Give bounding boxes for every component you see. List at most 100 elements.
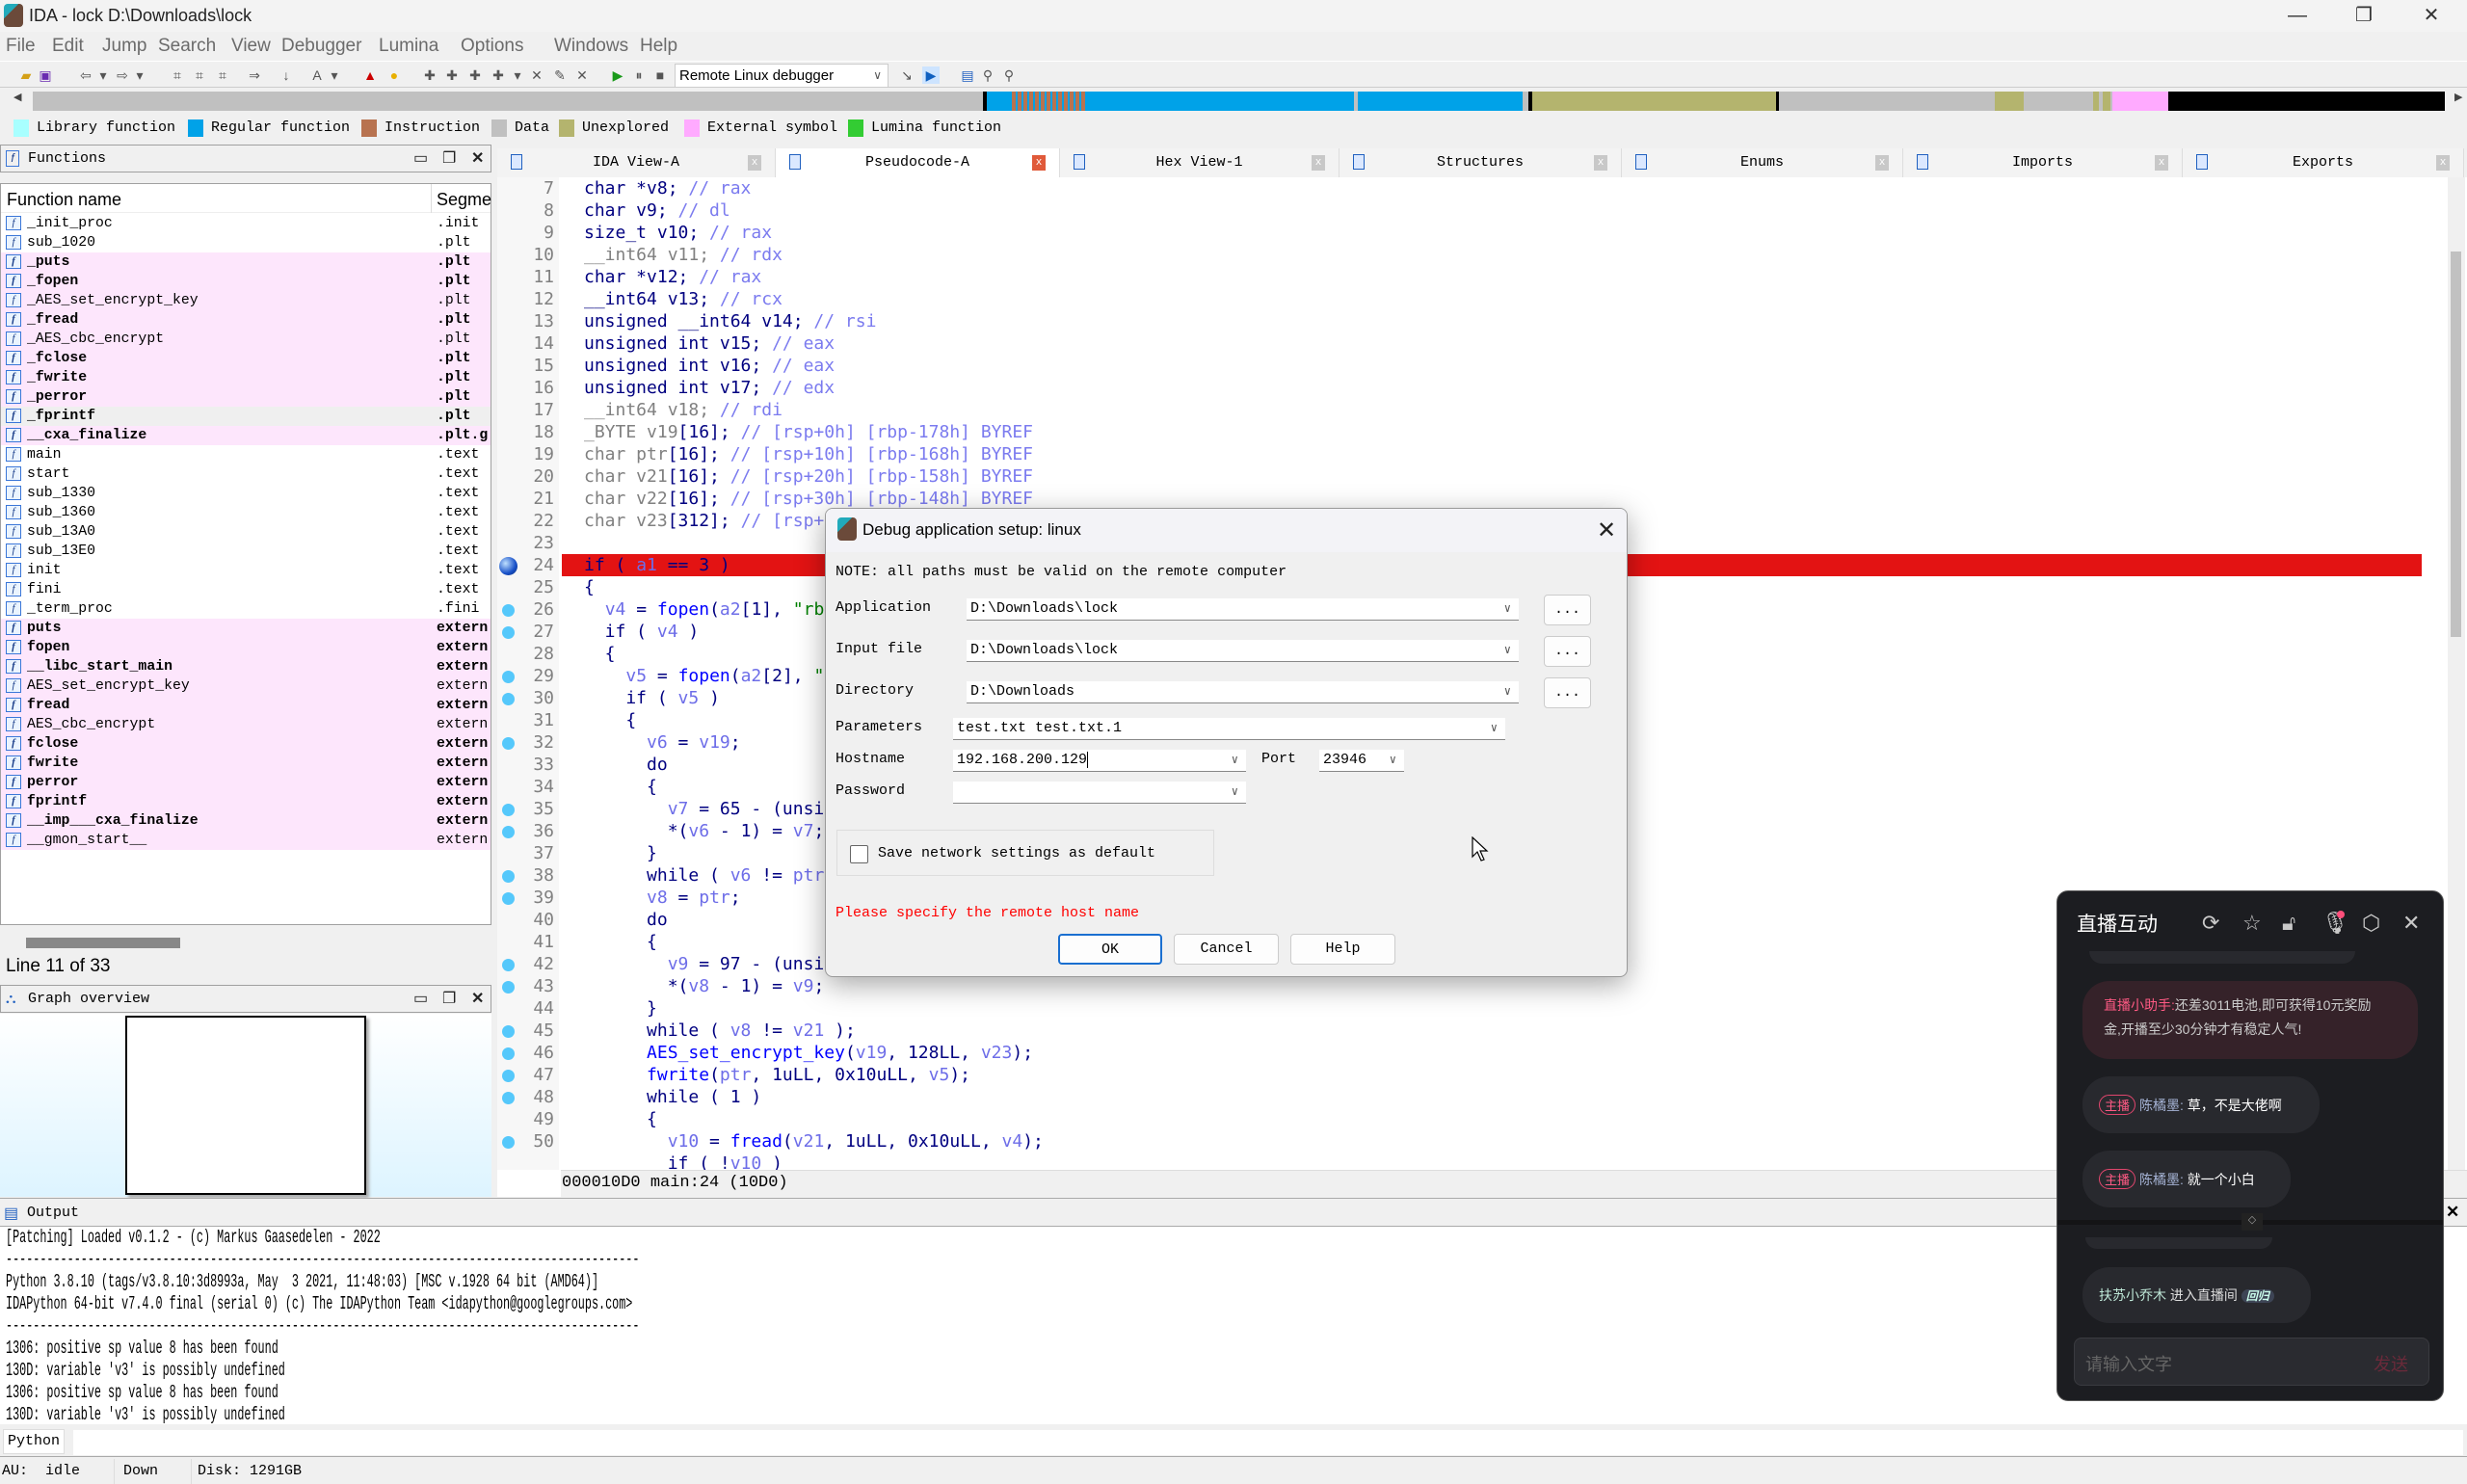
code-line[interactable]: 11 char *v12; // rax [497, 266, 2444, 288]
function-row[interactable]: f _fclose .plt [1, 349, 491, 368]
input-file-combo[interactable]: D:\Downloads\lock ∨ [967, 640, 1519, 662]
save-default-label[interactable]: Save network settings as default [878, 845, 1155, 861]
horizontal-scrollbar[interactable] [1, 931, 491, 954]
debugger-select[interactable]: Remote Linux debugger ∨ [675, 64, 889, 88]
function-row[interactable]: f _AES_set_encrypt_key .plt [1, 291, 491, 310]
back-icon[interactable]: ⇦ [77, 66, 94, 84]
menu-debugger[interactable]: Debugger [281, 36, 361, 57]
close-icon[interactable]: ✕ [2402, 911, 2420, 936]
tab-hex-view-1[interactable]: Hex View-1 x [1060, 148, 1340, 177]
hint-icon[interactable]: ● [385, 66, 403, 84]
search-next-icon[interactable]: ⇒ [246, 66, 263, 84]
array-dropdown-icon[interactable]: ▾ [509, 66, 526, 84]
function-row[interactable]: f puts extern [1, 619, 491, 638]
pause-icon[interactable]: ⏸ [630, 66, 648, 84]
column-segment[interactable]: Segme [437, 190, 491, 210]
menu-help[interactable]: Help [640, 36, 677, 57]
maximize-button[interactable]: ❐ [2345, 2, 2383, 29]
password-combo[interactable]: ∨ [953, 782, 1246, 804]
menu-edit[interactable]: Edit [52, 36, 84, 57]
tab-enums[interactable]: Enums x [1622, 148, 1903, 177]
parameters-combo[interactable]: test.txt test.txt.1 ∨ [953, 718, 1505, 740]
menu-lumina[interactable]: Lumina [379, 36, 438, 57]
application-combo[interactable]: D:\Downloads\lock ∨ [967, 598, 1519, 621]
function-row[interactable]: f _fprintf .plt [1, 407, 491, 426]
code-line[interactable]: 10 __int64 v11; // rdx [497, 244, 2444, 266]
function-row[interactable]: f _puts .plt [1, 252, 491, 272]
make-array-icon[interactable]: ✚ [490, 66, 507, 84]
ok-button[interactable]: OK [1058, 934, 1162, 965]
make-data-icon[interactable]: ✚ [443, 66, 461, 84]
settings-icon[interactable]: ⬡ [2362, 911, 2380, 936]
code-line[interactable]: 9 size_t v10; // rax [497, 222, 2444, 244]
scrollbar-thumb[interactable] [2451, 252, 2461, 637]
chat-input[interactable]: 请输入文字 发送 [2074, 1338, 2429, 1386]
rename-icon[interactable]: ✎ [551, 66, 569, 84]
text-mode-icon[interactable]: A [308, 66, 326, 84]
tab-imports[interactable]: Imports x [1903, 148, 2183, 177]
tab-close-icon[interactable]: x [2155, 155, 2168, 171]
function-row[interactable]: f sub_13E0 .text [1, 542, 491, 561]
code-line[interactable]: 13 unsigned __int64 v14; // rsi [497, 310, 2444, 332]
function-row[interactable]: f fopen extern [1, 638, 491, 657]
send-button[interactable]: 发送 [2374, 1351, 2408, 1376]
expand-chevron-icon[interactable]: ◇ [2242, 1213, 2263, 1231]
tab-close-icon[interactable]: x [1594, 155, 1607, 171]
step-into-icon[interactable]: ↘ [898, 66, 915, 84]
code-line[interactable]: 19 char ptr[16]; // [rsp+10h] [rbp-168h] … [497, 443, 2444, 465]
help-button[interactable]: Help [1290, 934, 1395, 965]
browse-application-button[interactable]: ... [1544, 595, 1591, 625]
jump-down-icon[interactable]: ↓ [278, 66, 295, 84]
function-row[interactable]: f sub_1330 .text [1, 484, 491, 503]
tools-off-icon[interactable]: ⚲ [1000, 66, 1018, 84]
undefine-icon[interactable]: ✕ [528, 66, 545, 84]
menu-options[interactable]: Options [461, 36, 523, 57]
function-row[interactable]: f perror extern [1, 773, 491, 792]
function-row[interactable]: f fwrite extern [1, 754, 491, 773]
binary-search-icon[interactable]: ⌗ [191, 66, 208, 84]
tab-pseudocode-a[interactable]: Pseudocode-A x [776, 148, 1060, 177]
close-panel-icon[interactable]: ✕ [471, 148, 484, 168]
make-string-icon[interactable]: ✚ [466, 66, 484, 84]
code-line[interactable]: 8 char v9; // dl [497, 199, 2444, 222]
function-row[interactable]: f _fread .plt [1, 310, 491, 330]
menu-search[interactable]: Search [158, 36, 216, 57]
column-divider[interactable] [431, 184, 432, 213]
float-panel-icon[interactable]: ❐ [442, 148, 456, 168]
open-icon[interactable]: ▰ [17, 66, 35, 84]
tab-ida-view-a[interactable]: IDA View-A x [497, 148, 776, 177]
immediate-search-icon[interactable]: ⌗ [214, 66, 231, 84]
back-dropdown-icon[interactable]: ▾ [94, 66, 112, 84]
function-row[interactable]: f fprintf extern [1, 792, 491, 811]
function-row[interactable]: f __gmon_start__ extern [1, 831, 491, 850]
function-row[interactable]: f AES_set_encrypt_key extern [1, 676, 491, 696]
stop-icon[interactable]: ■ [651, 66, 669, 84]
pseudocode-sync-icon[interactable]: ▶ [922, 66, 940, 84]
function-row[interactable]: f sub_1360 .text [1, 503, 491, 522]
start-debugger-icon[interactable]: ▶ [609, 66, 626, 84]
function-row[interactable]: f fread extern [1, 696, 491, 715]
code-line[interactable]: 15 unsigned int v16; // eax [497, 355, 2444, 377]
code-line[interactable]: 20 char v21[16]; // [rsp+20h] [rbp-158h] … [497, 465, 2444, 488]
nav-right-arrow-icon[interactable]: ▶ [2454, 91, 2462, 103]
function-row[interactable]: f __cxa_finalize .plt.g [1, 426, 491, 445]
nav-left-arrow-icon[interactable]: ◀ [13, 91, 21, 103]
text-search-icon[interactable]: ⌗ [169, 66, 186, 84]
navigation-band[interactable] [33, 92, 2445, 111]
function-row[interactable]: f sub_13A0 .text [1, 522, 491, 542]
function-row[interactable]: f _fwrite .plt [1, 368, 491, 387]
function-row[interactable]: f fini .text [1, 580, 491, 599]
graph-overview[interactable] [0, 1014, 491, 1197]
graph-viewport[interactable] [125, 1016, 366, 1195]
code-line[interactable]: 21 char v22[16]; // [rsp+30h] [rbp-148h] … [497, 488, 2444, 510]
function-row[interactable]: f __libc_start_main extern [1, 657, 491, 676]
function-row[interactable]: f init .text [1, 561, 491, 580]
maximize-panel-icon[interactable]: ▭ [413, 989, 428, 1008]
menu-jump[interactable]: Jump [102, 36, 146, 57]
function-row[interactable]: f start .text [1, 464, 491, 484]
tab-close-icon[interactable]: x [2436, 155, 2450, 171]
directory-combo[interactable]: D:\Downloads ∨ [967, 681, 1519, 703]
maximize-panel-icon[interactable]: ▭ [413, 148, 428, 168]
code-line[interactable]: 12 __int64 v13; // rcx [497, 288, 2444, 310]
unlock-icon[interactable]: 🔓︎ [2282, 911, 2295, 936]
